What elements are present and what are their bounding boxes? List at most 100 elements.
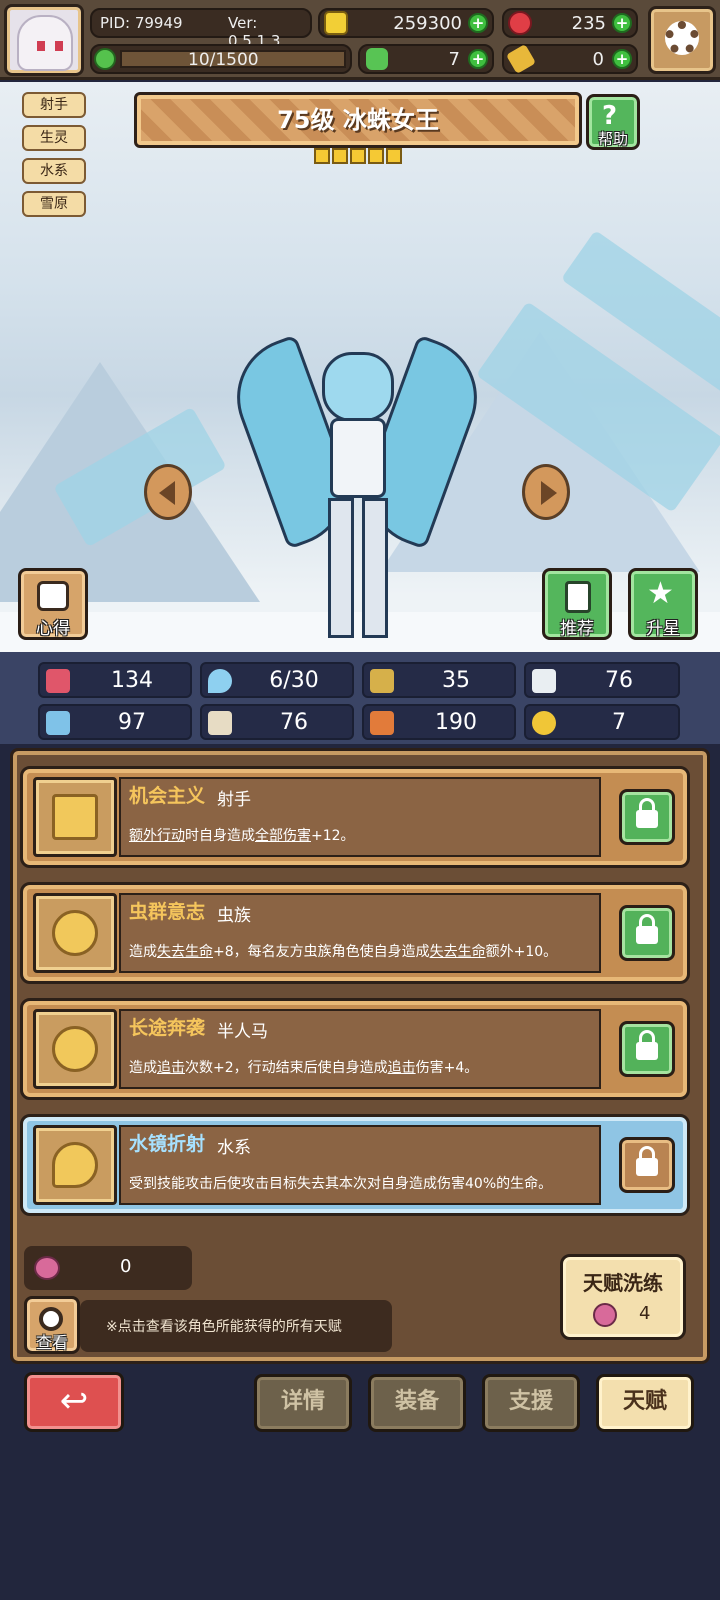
talent-lock-button[interactable]	[619, 789, 675, 845]
add-gem-button[interactable]: +	[612, 13, 632, 33]
stamina-value: 10/1500	[188, 50, 259, 70]
help-button[interactable]: ? 帮助	[586, 94, 640, 150]
add-clover-button[interactable]: +	[468, 49, 488, 69]
gem-pill: 235 +	[502, 8, 638, 38]
gear-icon	[665, 21, 699, 55]
shield-icon	[370, 669, 394, 693]
view-all-talents-button[interactable]: 查看	[24, 1296, 80, 1354]
stat-power: 190	[362, 704, 516, 740]
talent-class: 射手	[217, 790, 251, 810]
insight-label: 心得	[36, 619, 70, 639]
hero-sprite[interactable]	[220, 332, 494, 642]
talent-lock-button[interactable]	[619, 1021, 675, 1077]
rating-star-icon	[314, 148, 330, 164]
key-amount: 0	[592, 49, 604, 70]
hero-leg-left	[328, 498, 354, 638]
power-icon	[370, 711, 394, 735]
tab-talent[interactable]: 天赋	[596, 1374, 694, 1432]
lock-icon	[636, 1030, 658, 1060]
player-avatar[interactable]	[4, 4, 84, 76]
star-rating	[314, 146, 406, 166]
hero-leg-right	[362, 498, 388, 638]
next-hero-arrow[interactable]	[522, 464, 570, 520]
stat-attack: 97	[38, 704, 192, 740]
hero-title-banner: 75级 冰蛛女王	[134, 92, 582, 148]
trait-tag[interactable]: 生灵	[22, 125, 86, 151]
stat-magic: 76	[200, 704, 354, 740]
chevron-right-icon	[541, 481, 557, 505]
talent-lock-button[interactable]	[619, 905, 675, 961]
talent-desc: 额外行动时自身造成全部伤害+12。	[129, 828, 355, 844]
stat-luck: 7	[524, 704, 680, 740]
trait-tag[interactable]: 水系	[22, 158, 86, 184]
horseshoe-icon	[532, 711, 556, 735]
talent-name: 虫群意志	[129, 901, 206, 923]
recommend-button[interactable]: 推荐	[542, 568, 612, 640]
fist-icon	[46, 711, 70, 735]
rating-star-icon	[350, 148, 366, 164]
stat-defense: 35	[362, 662, 516, 698]
star-icon: ★	[647, 576, 674, 611]
scroll-icon	[37, 581, 69, 611]
talent-class: 虫族	[217, 906, 251, 926]
hint-text: ※点击查看该角色所能获得的所有天赋	[106, 1319, 342, 1335]
insight-button[interactable]: 心得	[18, 568, 88, 640]
talent-icon-box	[33, 1009, 117, 1089]
back-button[interactable]: ↩	[24, 1372, 124, 1432]
view-label: 查看	[35, 1333, 68, 1352]
rating-star-icon	[332, 148, 348, 164]
talent-icon-box	[33, 1125, 117, 1205]
talent-unlock-button[interactable]	[619, 1137, 675, 1193]
talent-class: 水系	[217, 1138, 251, 1158]
rating-star-icon	[368, 148, 384, 164]
gem-amount: 235	[571, 13, 606, 34]
add-gold-button[interactable]: +	[468, 13, 488, 33]
talent-name: 长途奔袭	[129, 1017, 206, 1039]
wing-icon	[532, 669, 556, 693]
talent-name: 机会主义	[129, 785, 206, 807]
magnifier-icon	[39, 1307, 63, 1331]
star-up-label: 升星	[646, 619, 680, 639]
trait-tag[interactable]: 雪原	[22, 191, 86, 217]
prev-hero-arrow[interactable]	[144, 464, 192, 520]
potion-count: 0	[120, 1256, 132, 1277]
talent-reroll-button[interactable]: 天赋洗练 4	[560, 1254, 686, 1340]
tab-support[interactable]: 支援	[482, 1374, 580, 1432]
talent-icon-box	[33, 777, 117, 857]
lock-icon	[636, 914, 658, 944]
lock-icon	[636, 798, 658, 828]
clover-icon	[366, 48, 388, 70]
bow-icon	[52, 794, 98, 840]
talent-desc: 造成失去生命+8，每名友方虫族角色使自身造成失去生命额外+10。	[129, 944, 558, 960]
key-pill: 0 +	[502, 43, 638, 75]
clover-amount: 7	[448, 49, 460, 70]
stat-mana: 6/30	[200, 662, 354, 698]
heart-icon	[46, 669, 70, 693]
talent-body: 水镜折射 水系 受到技能攻击后使攻击目标失去其本次对自身造成伤害40%的生命。	[119, 1125, 601, 1205]
stat-speed: 76	[524, 662, 680, 698]
tab-details[interactable]: 详情	[254, 1374, 352, 1432]
talent-card-opportunist[interactable]: 机会主义 射手 额外行动时自身造成全部伤害+12。	[20, 766, 690, 868]
potion-counter: 0	[24, 1246, 192, 1290]
ruby-icon	[508, 11, 532, 35]
potion-icon	[34, 1256, 60, 1280]
add-key-button[interactable]: +	[612, 49, 632, 69]
gold-amount: 259300	[393, 13, 462, 34]
settings-button[interactable]	[648, 6, 716, 74]
recommend-label: 推荐	[560, 619, 594, 639]
droplet-icon	[208, 669, 232, 693]
star-up-button[interactable]: ★ 升星	[628, 568, 698, 640]
pid-version-pill: PID: 79949 Ver: 0.5.1.3	[90, 8, 312, 50]
talent-card-long-raid[interactable]: 长途奔袭 半人马 造成追击次数+2，行动结束后使自身造成追击伤害+4。	[20, 998, 690, 1100]
talent-card-swarm-will[interactable]: 虫群意志 虫族 造成失去生命+8，每名友方虫族角色使自身造成失去生命额外+10。	[20, 882, 690, 984]
trait-tag[interactable]: 射手	[22, 92, 86, 118]
hero-head	[322, 352, 394, 422]
talent-desc: 受到技能攻击后使攻击目标失去其本次对自身造成伤害40%的生命。	[129, 1176, 553, 1192]
return-arrow-icon: ↩	[59, 1381, 89, 1421]
talent-class: 半人马	[217, 1022, 268, 1042]
reroll-cost: 4	[639, 1303, 651, 1324]
talent-card-water-mirror[interactable]: 水镜折射 水系 受到技能攻击后使攻击目标失去其本次对自身造成伤害40%的生命。	[20, 1114, 690, 1216]
talent-body: 长途奔袭 半人马 造成追击次数+2，行动结束后使自身造成追击伤害+4。	[119, 1009, 601, 1089]
hero-title: 75级 冰蛛女王	[277, 106, 439, 134]
tab-equipment[interactable]: 装备	[368, 1374, 466, 1432]
